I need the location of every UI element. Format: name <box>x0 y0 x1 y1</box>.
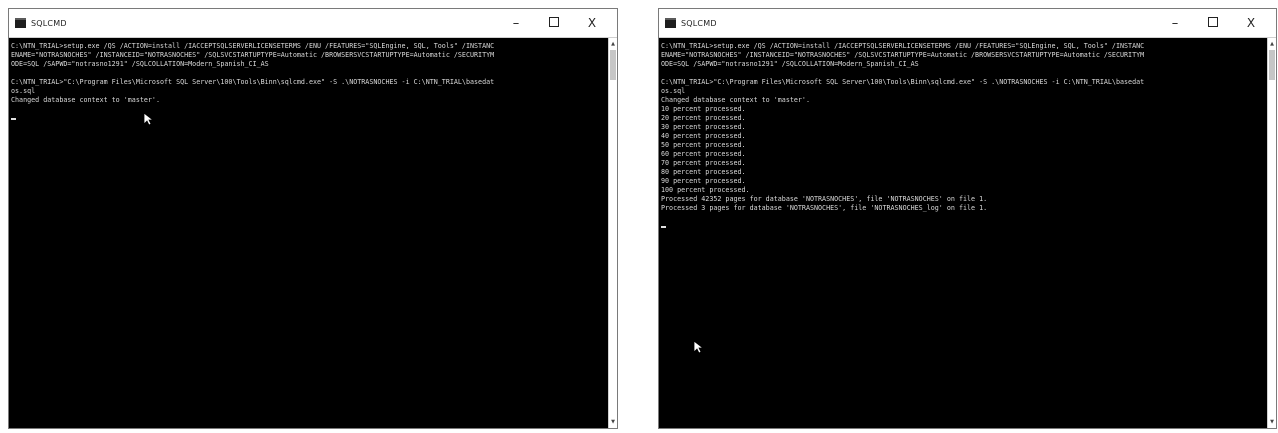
mouse-pointer-icon <box>693 340 705 354</box>
console-output[interactable]: C:\NTN_TRIAL>setup.exe /QS /ACTION=insta… <box>9 38 608 428</box>
scroll-thumb[interactable] <box>1269 50 1275 80</box>
maximize-button[interactable] <box>1194 16 1232 30</box>
console-line: C:\NTN_TRIAL>"C:\Program Files\Microsoft… <box>11 78 495 86</box>
console-line: Changed database context to 'master'. <box>11 96 160 104</box>
maximize-icon <box>1208 17 1218 27</box>
close-button[interactable]: X <box>1232 16 1270 30</box>
window-controls: – X <box>1156 9 1270 37</box>
console-line: Processed 3 pages for database 'NOTRASNO… <box>661 204 988 212</box>
console-line: os.sql <box>661 87 686 95</box>
scroll-up-arrow-icon[interactable]: ▲ <box>609 40 617 48</box>
window-title: SQLCMD <box>681 18 717 28</box>
title-bar[interactable]: SQLCMD – X <box>659 9 1276 38</box>
console-app-icon <box>665 18 676 28</box>
console-window-left[interactable]: SQLCMD – X C:\NTN_TRIAL>setup.exe /QS /A… <box>8 8 618 429</box>
text-cursor <box>661 226 666 228</box>
console-line: 10 percent processed. <box>661 105 746 113</box>
console-line: 20 percent processed. <box>661 114 746 122</box>
console-line: 80 percent processed. <box>661 168 746 176</box>
window-controls: – X <box>497 9 611 37</box>
minimize-button[interactable]: – <box>1156 16 1194 31</box>
scroll-thumb[interactable] <box>610 50 616 80</box>
console-window-right[interactable]: SQLCMD – X C:\NTN_TRIAL>setup.exe /QS /A… <box>658 8 1277 429</box>
console-line: 40 percent processed. <box>661 132 746 140</box>
console-line: 50 percent processed. <box>661 141 746 149</box>
console-line: 60 percent processed. <box>661 150 746 158</box>
console-line: ENAME="NOTRASNOCHES" /INSTANCEID="NOTRAS… <box>11 51 495 59</box>
maximize-icon <box>549 17 559 27</box>
minimize-button[interactable]: – <box>497 16 535 31</box>
close-button[interactable]: X <box>573 16 611 30</box>
scroll-up-arrow-icon[interactable]: ▲ <box>1268 40 1276 48</box>
maximize-button[interactable] <box>535 16 573 30</box>
mouse-pointer-icon <box>143 112 155 126</box>
console-line: ODE=SQL /SAPWD="notrasno1291" /SQLCOLLAT… <box>661 60 919 68</box>
console-line: C:\NTN_TRIAL>"C:\Program Files\Microsoft… <box>661 78 1145 86</box>
console-line: 30 percent processed. <box>661 123 746 131</box>
console-line: 70 percent processed. <box>661 159 746 167</box>
console-line: Processed 42352 pages for database 'NOTR… <box>661 195 988 203</box>
title-bar[interactable]: SQLCMD – X <box>9 9 617 38</box>
window-title: SQLCMD <box>31 18 67 28</box>
console-line: 100 percent processed. <box>661 186 750 194</box>
console-line: ENAME="NOTRASNOCHES" /INSTANCEID="NOTRAS… <box>661 51 1145 59</box>
text-cursor <box>11 118 16 120</box>
console-app-icon <box>15 18 26 28</box>
console-line: Changed database context to 'master'. <box>661 96 810 104</box>
vertical-scrollbar[interactable]: ▲ ▼ <box>608 38 617 428</box>
console-line: ODE=SQL /SAPWD="notrasno1291" /SQLCOLLAT… <box>11 60 269 68</box>
scroll-down-arrow-icon[interactable]: ▼ <box>609 418 617 426</box>
console-line: os.sql <box>11 87 36 95</box>
scroll-down-arrow-icon[interactable]: ▼ <box>1268 418 1276 426</box>
console-output[interactable]: C:\NTN_TRIAL>setup.exe /QS /ACTION=insta… <box>659 38 1267 428</box>
console-line: C:\NTN_TRIAL>setup.exe /QS /ACTION=insta… <box>11 42 495 50</box>
console-line: C:\NTN_TRIAL>setup.exe /QS /ACTION=insta… <box>661 42 1145 50</box>
vertical-scrollbar[interactable]: ▲ ▼ <box>1267 38 1276 428</box>
console-line: 90 percent processed. <box>661 177 746 185</box>
